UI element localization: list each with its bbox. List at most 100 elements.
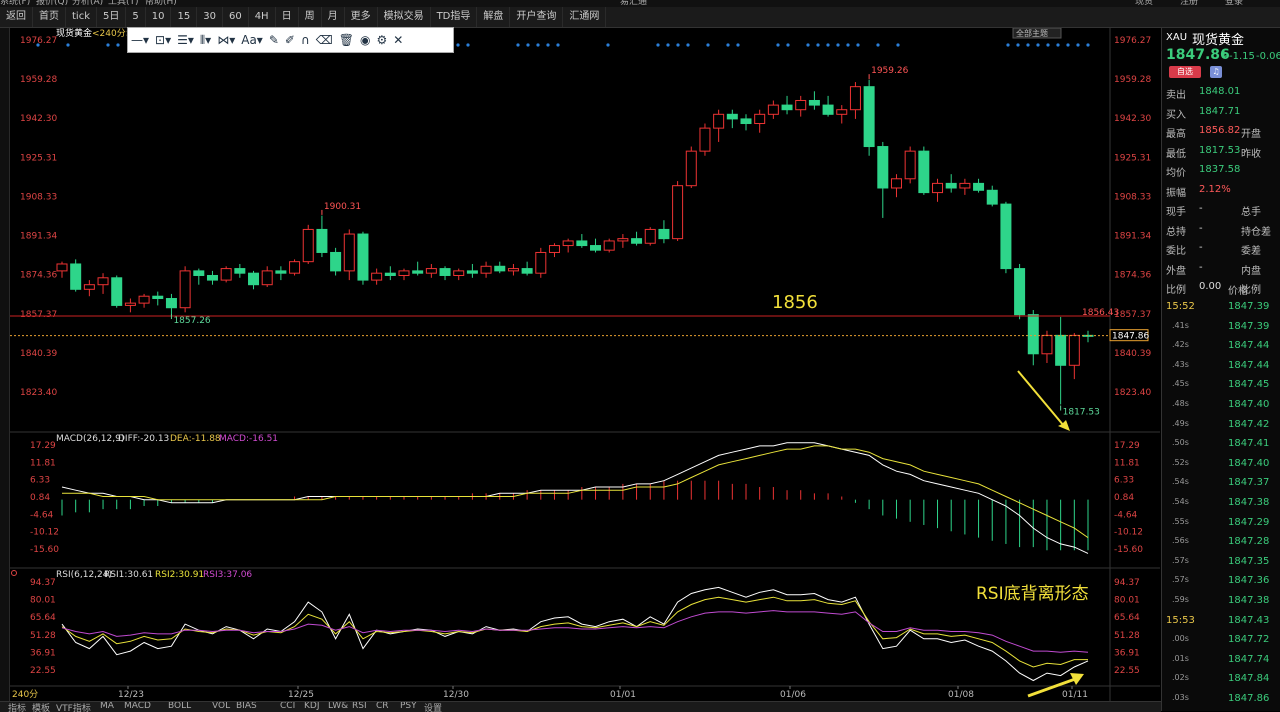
event-marker[interactable] bbox=[66, 43, 70, 47]
indicator-tab[interactable]: 指标 bbox=[8, 702, 26, 712]
event-marker[interactable] bbox=[726, 43, 730, 47]
watchlist-button[interactable]: 自选 bbox=[1169, 66, 1201, 78]
toolbar-item[interactable]: 汇通网 bbox=[563, 7, 607, 27]
event-marker[interactable] bbox=[536, 43, 540, 47]
toolbar-item[interactable]: 周 bbox=[299, 7, 322, 27]
menu-item[interactable]: 系统(F) bbox=[0, 0, 30, 7]
menu-item[interactable]: 注册 bbox=[1180, 0, 1198, 7]
event-marker[interactable] bbox=[556, 43, 560, 47]
toolbar-item[interactable]: 日 bbox=[276, 7, 299, 27]
toolbar-item[interactable]: 30 bbox=[197, 7, 223, 27]
toolbar-item[interactable]: 10 bbox=[146, 7, 172, 27]
event-marker[interactable] bbox=[806, 43, 810, 47]
event-marker[interactable] bbox=[516, 43, 520, 47]
drawing-toolbar[interactable]: —▾ ⊡▾ ☰▾ ⦀▾ ⋈▾ Aa▾ ✎ ✐ ∩ ⌫ 🗑 ◉ ⚙ ✕ bbox=[127, 27, 454, 53]
event-marker[interactable] bbox=[706, 43, 710, 47]
magnet-icon[interactable]: ∩ bbox=[298, 33, 313, 47]
event-marker[interactable] bbox=[1046, 43, 1050, 47]
menu-item[interactable]: 报价(Q) bbox=[36, 0, 68, 7]
event-marker[interactable] bbox=[656, 43, 660, 47]
channel-tool-icon[interactable]: ⦀▾ bbox=[197, 33, 214, 48]
pattern-tool-icon[interactable]: ⋈▾ bbox=[214, 33, 238, 47]
event-marker[interactable] bbox=[1076, 43, 1080, 47]
fib-tool-icon[interactable]: ☰▾ bbox=[174, 33, 197, 47]
event-marker[interactable] bbox=[686, 43, 690, 47]
toolbar-item[interactable]: 4H bbox=[249, 7, 276, 27]
indicator-tab[interactable]: VOL bbox=[212, 702, 230, 711]
indicator-tab[interactable]: VTF指标 bbox=[56, 702, 91, 712]
indicator-tab[interactable]: BOLL bbox=[168, 702, 191, 711]
menu-item[interactable]: 登录 bbox=[1225, 0, 1243, 7]
menu-item[interactable]: 分析(A) bbox=[72, 0, 103, 7]
bell-icon[interactable]: ♫ bbox=[1210, 66, 1222, 78]
menu-item[interactable]: 易汇通 bbox=[620, 0, 647, 7]
toolbar-item[interactable]: 60 bbox=[223, 7, 249, 27]
event-marker[interactable] bbox=[606, 43, 610, 47]
close-icon[interactable]: ✕ bbox=[390, 33, 406, 47]
event-marker[interactable] bbox=[456, 43, 460, 47]
chart-area[interactable]: 1976.27 1976.271959.28 1959.281942.30 1942.… bbox=[10, 28, 1160, 701]
event-marker[interactable] bbox=[816, 43, 820, 47]
toolbar-item[interactable]: 更多 bbox=[345, 7, 378, 27]
indicator-tab[interactable]: 模板 bbox=[32, 702, 50, 712]
brush-icon[interactable]: ✐ bbox=[282, 33, 298, 47]
toolbar-item[interactable]: 开户查询 bbox=[510, 7, 564, 27]
event-marker[interactable] bbox=[1066, 43, 1070, 47]
period-tag[interactable]: 240分 bbox=[12, 689, 38, 700]
toolbar-item[interactable]: 月 bbox=[322, 7, 345, 27]
menu-item[interactable]: 工具(T) bbox=[108, 0, 139, 7]
eye-icon[interactable]: ◉ bbox=[357, 33, 373, 47]
event-marker[interactable] bbox=[116, 43, 120, 47]
indicator-tab[interactable]: LW& bbox=[328, 702, 348, 711]
toolbar-item[interactable]: 首页 bbox=[33, 7, 66, 27]
rect-tool-icon[interactable]: ⊡▾ bbox=[152, 33, 174, 47]
event-marker[interactable] bbox=[466, 43, 470, 47]
event-marker[interactable] bbox=[896, 43, 900, 47]
menu-item[interactable]: 现货 bbox=[1135, 0, 1153, 7]
event-marker[interactable] bbox=[836, 43, 840, 47]
event-marker[interactable] bbox=[1036, 43, 1040, 47]
event-marker[interactable] bbox=[36, 43, 40, 47]
text-tool-icon[interactable]: Aa▾ bbox=[238, 33, 266, 47]
event-marker[interactable] bbox=[736, 43, 740, 47]
gear-icon[interactable]: ⚙ bbox=[373, 33, 390, 47]
event-marker[interactable] bbox=[876, 43, 880, 47]
toolbar-item[interactable]: tick bbox=[66, 7, 97, 27]
toolbar-item[interactable]: 返回 bbox=[0, 7, 33, 27]
indicator-tab[interactable]: 设置 bbox=[424, 702, 442, 712]
indicator-tab[interactable]: CCI bbox=[280, 702, 295, 711]
trash-icon[interactable]: 🗑 bbox=[336, 33, 357, 47]
rsi-settings-icon[interactable] bbox=[11, 570, 17, 576]
toolbar-item[interactable]: 5日 bbox=[97, 7, 127, 27]
event-marker[interactable] bbox=[856, 43, 860, 47]
event-marker[interactable] bbox=[1056, 43, 1060, 47]
event-marker[interactable] bbox=[666, 43, 670, 47]
toolbar-item[interactable]: 模拟交易 bbox=[378, 7, 431, 27]
indicator-tab[interactable]: BIAS bbox=[236, 702, 257, 711]
toolbar-item[interactable]: 5 bbox=[126, 7, 146, 27]
event-marker[interactable] bbox=[776, 43, 780, 47]
line-tool-icon[interactable]: —▾ bbox=[128, 33, 152, 47]
event-marker[interactable] bbox=[1016, 43, 1020, 47]
event-marker[interactable] bbox=[826, 43, 830, 47]
event-marker[interactable] bbox=[676, 43, 680, 47]
eraser-icon[interactable]: ⌫ bbox=[313, 33, 336, 47]
event-marker[interactable] bbox=[1006, 43, 1010, 47]
toolbar-item[interactable]: 15 bbox=[171, 7, 198, 27]
event-marker[interactable] bbox=[846, 43, 850, 47]
indicator-tab[interactable]: KDJ bbox=[304, 702, 320, 711]
event-marker[interactable] bbox=[546, 43, 550, 47]
indicator-tab[interactable]: CR bbox=[376, 702, 389, 711]
toolbar-item[interactable]: 解盘 bbox=[477, 7, 511, 27]
indicator-tab[interactable]: RSI bbox=[352, 702, 367, 711]
indicator-tab[interactable]: MACD bbox=[124, 702, 151, 711]
pen-icon[interactable]: ✎ bbox=[266, 33, 282, 47]
event-marker[interactable] bbox=[786, 43, 790, 47]
indicator-tab[interactable]: PSY bbox=[400, 702, 417, 711]
toolbar-item[interactable]: TD指导 bbox=[431, 7, 478, 27]
event-marker[interactable] bbox=[526, 43, 530, 47]
event-marker[interactable] bbox=[106, 43, 110, 47]
event-marker[interactable] bbox=[1086, 43, 1090, 47]
event-marker[interactable] bbox=[1026, 43, 1030, 47]
indicator-tab[interactable]: MA bbox=[100, 702, 114, 711]
